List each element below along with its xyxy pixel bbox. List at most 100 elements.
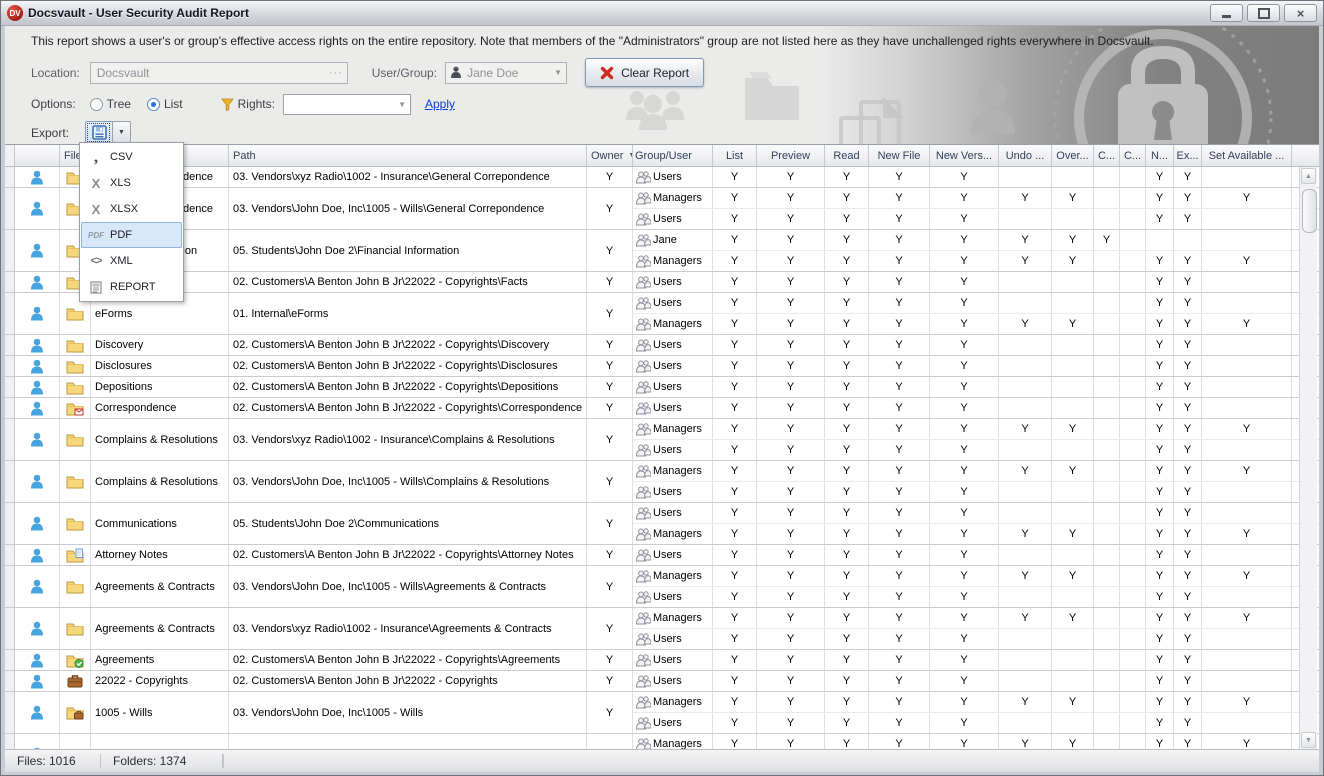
perm-cell: Y (869, 440, 930, 460)
clear-report-button[interactable]: Clear Report (585, 58, 704, 87)
group-subrow[interactable]: ManagersYYYYYYYYYY (633, 566, 1319, 587)
minimize-button[interactable] (1210, 4, 1243, 22)
group-subrow[interactable]: UsersYYYYYYY (633, 587, 1319, 607)
scrollbar-thumb[interactable] (1302, 189, 1317, 233)
header-perm-5[interactable]: Undo ... (999, 145, 1052, 166)
group-subrow[interactable]: UsersYYYYYYY (633, 356, 1319, 376)
close-button[interactable]: × (1284, 4, 1317, 22)
group-subrow[interactable]: ManagersYYYYYYYYYY (633, 188, 1319, 209)
header-perm-3[interactable]: New File (869, 145, 930, 166)
header-path[interactable]: Path (229, 145, 587, 166)
header-perm-0[interactable]: List (713, 145, 757, 166)
table-row[interactable]: eForms01. Internal\eFormsYUsersYYYYYYYMa… (5, 293, 1319, 335)
group-subrow[interactable]: UsersYYYYYYY (633, 482, 1319, 502)
perm-cell: Y (999, 608, 1052, 628)
group-subrow[interactable]: ManagersYYYYYYYYYY (633, 251, 1319, 271)
group-subrow[interactable]: UsersYYYYYYY (633, 713, 1319, 733)
table-row[interactable]: Communications05. Students\John Doe 2\Co… (5, 503, 1319, 545)
table-row[interactable]: Agreements & Contracts03. Vendors\xyz Ra… (5, 608, 1319, 650)
header-perm-2[interactable]: Read (825, 145, 869, 166)
group-subrow[interactable]: UsersYYYYYYY (633, 167, 1319, 187)
header-perm-4[interactable]: New Vers... (930, 145, 999, 166)
vertical-scrollbar[interactable]: ▲ ▼ (1299, 167, 1317, 749)
group-subrow[interactable]: UsersYYYYYYY (633, 209, 1319, 229)
table-row[interactable]: General Correpondence03. Vendors\xyz Rad… (5, 167, 1319, 188)
maximize-button[interactable] (1247, 4, 1280, 22)
browse-ellipsis-button[interactable]: ··· (329, 67, 347, 79)
group-subrow[interactable]: UsersYYYYYYY (633, 335, 1319, 355)
group-subrow[interactable]: UsersYYYYYYY (633, 377, 1319, 397)
export-menu-item-report[interactable]: REPORT (81, 274, 182, 300)
group-subrow[interactable]: UsersYYYYYYY (633, 272, 1319, 292)
header-perm-1[interactable]: Preview (757, 145, 825, 166)
path-cell: 02. Customers\A Benton John B Jr\22022 -… (229, 671, 587, 691)
location-input[interactable]: Docsvault ··· (90, 62, 348, 84)
rights-select[interactable]: ▼ (283, 94, 411, 115)
group-subrow[interactable]: UsersYYYYYYY (633, 629, 1319, 649)
export-menu-item-xml[interactable]: <>XML (81, 248, 182, 274)
export-menu-item-xlsx[interactable]: XXLSX (81, 196, 182, 222)
table-row[interactable]: 1005 - Wills03. Vendors\John Doe, Inc\10… (5, 692, 1319, 734)
folder-icon-cell (60, 419, 91, 460)
export-menu-item-xls[interactable]: XXLS (81, 170, 182, 196)
group-subrow[interactable]: ManagersYYYYYYYYYY (633, 734, 1319, 749)
table-row[interactable]: Agreements & Contracts03. Vendors\John D… (5, 566, 1319, 608)
header-perm-7[interactable]: C... (1094, 145, 1120, 166)
table-row[interactable]: Financial Information05. Students\John D… (5, 230, 1319, 272)
user-cell (15, 335, 60, 355)
export-dropdown-button[interactable]: ▼ (112, 121, 131, 144)
table-row[interactable]: Depositions02. Customers\A Benton John B… (5, 377, 1319, 398)
table-row[interactable]: Facts02. Customers\A Benton John B Jr\22… (5, 272, 1319, 293)
perm-cell (1094, 419, 1120, 439)
table-row[interactable]: Complains & Resolutions03. Vendors\xyz R… (5, 419, 1319, 461)
group-subrow[interactable]: ManagersYYYYYYYYYY (633, 608, 1319, 629)
export-menu-item-csv[interactable]: ,CSV (81, 144, 182, 170)
table-row[interactable]: Correspondence02. Customers\A Benton Joh… (5, 398, 1319, 419)
table-row[interactable]: Agreements02. Customers\A Benton John B … (5, 650, 1319, 671)
header-perm-10[interactable]: Ex... (1174, 145, 1202, 166)
table-row[interactable]: 22022 - Copyrights02. Customers\A Benton… (5, 671, 1319, 692)
group-subrow[interactable]: UsersYYYYYYY (633, 650, 1319, 670)
group-subrow[interactable]: ManagersYYYYYYYYYY (633, 314, 1319, 334)
radio-list[interactable]: List (147, 97, 183, 111)
group-subrow[interactable]: JaneYYYYYYYY (633, 230, 1319, 251)
perm-cell: Y (1146, 377, 1174, 397)
group-subrow[interactable]: ManagersYYYYYYYYYY (633, 461, 1319, 482)
header-user-column[interactable] (15, 145, 60, 166)
group-subrow[interactable]: ManagersYYYYYYYYYY (633, 419, 1319, 440)
group-subrow[interactable]: UsersYYYYYYY (633, 671, 1319, 691)
group-subrow[interactable]: UsersYYYYYYY (633, 545, 1319, 565)
radio-tree[interactable]: Tree (90, 97, 131, 111)
usergroup-select[interactable]: Jane Doe ▼ (445, 62, 567, 84)
table-row[interactable]: Disclosures02. Customers\A Benton John B… (5, 356, 1319, 377)
scroll-up-button[interactable]: ▲ (1301, 168, 1316, 184)
group-subrow[interactable]: UsersYYYYYYY (633, 503, 1319, 524)
header-perm-9[interactable]: N... (1146, 145, 1174, 166)
table-row[interactable]: General Correpondence03. Vendors\John Do… (5, 188, 1319, 230)
apply-link[interactable]: Apply (425, 97, 455, 111)
group-subrow[interactable]: UsersYYYYYYY (633, 398, 1319, 418)
perm-cell (999, 545, 1052, 565)
header-gutter[interactable] (5, 145, 15, 166)
perm-cell: Y (825, 440, 869, 460)
header-perm-11[interactable]: Set Available ... (1202, 145, 1292, 166)
table-row[interactable]: Attorney Notes02. Customers\A Benton Joh… (5, 545, 1319, 566)
header-group-user[interactable]: Group/User (633, 145, 713, 166)
table-row[interactable]: 1002 - Insurance03. Vendors\xyz Radio\10… (5, 734, 1319, 749)
header-owner[interactable]: Owner▼ (587, 145, 633, 166)
perm-cell: Y (757, 230, 825, 250)
export-menu-item-pdf[interactable]: PDFPDF (81, 222, 182, 248)
header-perm-8[interactable]: C... (1120, 145, 1146, 166)
table-row[interactable]: Discovery02. Customers\A Benton John B J… (5, 335, 1319, 356)
scroll-down-button[interactable]: ▼ (1301, 732, 1316, 748)
group-subrow[interactable]: ManagersYYYYYYYYYY (633, 524, 1319, 544)
group-subrow[interactable]: ManagersYYYYYYYYYY (633, 692, 1319, 713)
header-perm-6[interactable]: Over... (1052, 145, 1094, 166)
export-save-button[interactable] (85, 121, 112, 144)
perm-cell: Y (930, 230, 999, 250)
table-row[interactable]: Complains & Resolutions03. Vendors\John … (5, 461, 1319, 503)
group-user-cell: Managers (633, 188, 713, 208)
group-subrow[interactable]: UsersYYYYYYY (633, 440, 1319, 460)
group-subrow[interactable]: UsersYYYYYYY (633, 293, 1319, 314)
user-cell (15, 230, 60, 271)
